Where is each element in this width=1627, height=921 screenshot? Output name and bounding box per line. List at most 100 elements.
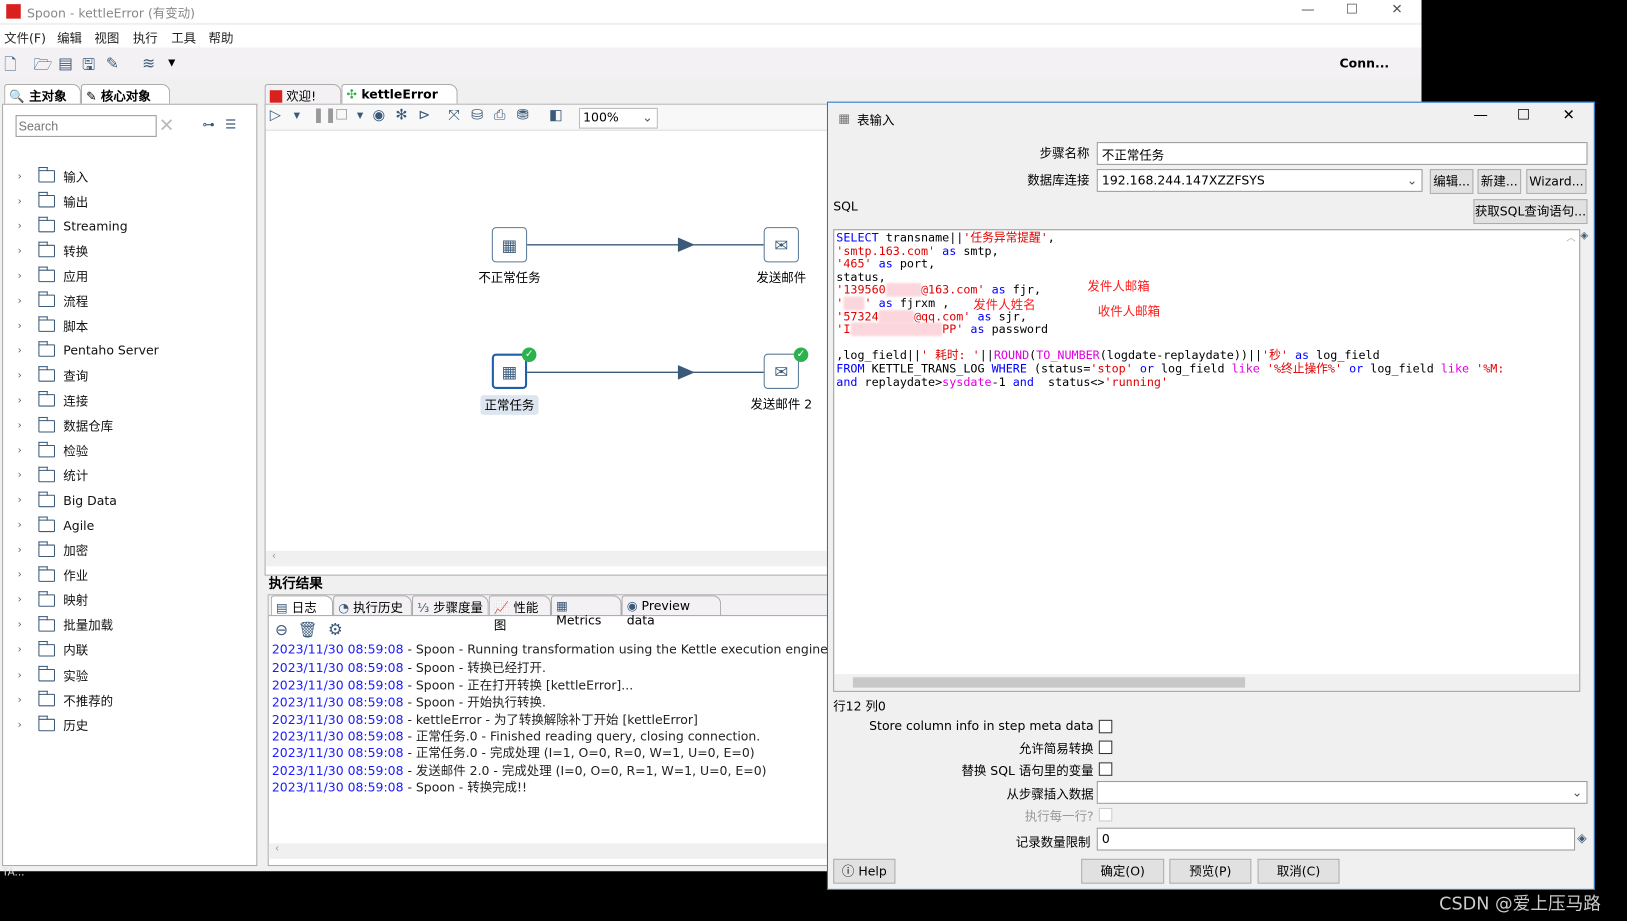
expand-tree-icon[interactable]: ☰ (225, 117, 236, 132)
menu-help[interactable]: 帮助 (209, 29, 234, 47)
clear-search-icon[interactable]: ✕ (159, 115, 175, 137)
store-column-checkbox[interactable] (1098, 719, 1113, 734)
chevron-right-icon[interactable]: › (18, 545, 39, 556)
chevron-right-icon[interactable]: › (18, 445, 39, 456)
menu-view[interactable]: 视图 (94, 29, 119, 47)
tree-item[interactable]: › 加密 (18, 540, 89, 561)
edit-connection-button[interactable]: 编辑... (1429, 169, 1474, 194)
open-file-icon[interactable]: 🗁 (33, 54, 52, 80)
menu-file[interactable]: 文件(F) (4, 29, 46, 47)
tree-item[interactable]: › 历史 (18, 715, 89, 736)
chevron-right-icon[interactable]: › (18, 270, 39, 281)
chevron-right-icon[interactable]: › (18, 670, 39, 681)
chevron-right-icon[interactable]: › (18, 295, 39, 306)
cancel-button[interactable]: 取消(C) (1257, 858, 1340, 884)
chevron-right-icon[interactable]: › (18, 719, 39, 730)
preview-button[interactable]: 预览(P) (1169, 858, 1252, 884)
tree-item[interactable]: › 输入 (18, 166, 89, 187)
chevron-right-icon[interactable]: › (18, 495, 39, 506)
menu-run[interactable]: 执行 (133, 29, 158, 47)
save-as-icon[interactable]: ✎ (106, 54, 119, 73)
lazy-conversion-checkbox[interactable] (1098, 740, 1113, 755)
results-tab[interactable]: ◔ 执行历史 (333, 595, 412, 616)
maximize-button[interactable]: ☐ (1346, 2, 1358, 18)
results-tab[interactable]: ▤ 日志 (270, 595, 334, 616)
chevron-right-icon[interactable]: › (18, 520, 39, 531)
tree-item[interactable]: › 输出 (18, 191, 89, 212)
chevron-right-icon[interactable]: › (18, 470, 39, 481)
menu-edit[interactable]: 编辑 (57, 29, 82, 47)
chevron-right-icon[interactable]: › (18, 595, 39, 606)
collapse-tree-icon[interactable]: ⊶ (202, 117, 214, 132)
db-connection-select[interactable]: 192.168.244.147XZZFSYS ⌄ (1096, 169, 1423, 192)
scrollbar-thumb[interactable] (852, 677, 1246, 688)
tree-item[interactable]: › 查询 (18, 365, 89, 386)
tree-item[interactable]: › Streaming (18, 216, 128, 237)
tree-item[interactable]: › 作业 (18, 565, 89, 586)
search-input[interactable] (15, 115, 157, 137)
explore-repo-icon[interactable]: ▤ (58, 54, 73, 73)
tree-item[interactable]: › 数据仓库 (18, 415, 113, 436)
execute-each-row-checkbox[interactable] (1098, 807, 1113, 822)
dialog-maximize-button[interactable]: ☐ (1517, 107, 1530, 124)
results-tab[interactable]: ▦ Metrics (550, 595, 622, 628)
chevron-right-icon[interactable]: › (18, 694, 39, 705)
tree-item[interactable]: › 统计 (18, 465, 89, 486)
layers-icon[interactable]: ≋ (142, 54, 155, 73)
results-tab[interactable]: ⅓ 步骤度量 (411, 595, 489, 616)
canvas-h-scrollbar[interactable]: ‹ (265, 550, 827, 567)
tab-core-objects[interactable]: ✎ 核心对象 (80, 84, 171, 104)
log-h-scrollbar[interactable]: ‹ (268, 843, 827, 859)
tree-item[interactable]: › 脚本 (18, 316, 89, 337)
chevron-right-icon[interactable]: › (18, 345, 39, 356)
limit-input[interactable]: 0 (1096, 827, 1576, 851)
sql-code[interactable]: SELECT transname||'任务异常提醒','smtp.163.com… (836, 232, 1504, 389)
tree-item[interactable]: › 应用 (18, 266, 89, 287)
chevron-right-icon[interactable]: › (18, 420, 39, 431)
step-node-send-mail[interactable]: ✉ (763, 227, 799, 263)
sql-h-scrollbar[interactable] (834, 674, 1580, 691)
tab-welcome[interactable]: 欢迎! (264, 84, 342, 104)
results-tab[interactable]: ◉ Preview data (621, 595, 722, 628)
results-tab[interactable]: 📈 性能图 (488, 595, 551, 633)
chevron-right-icon[interactable]: › (18, 395, 39, 406)
trash-icon[interactable]: 🗑 (298, 620, 318, 639)
tree-item[interactable]: › 转换 (18, 241, 89, 262)
chevron-right-icon[interactable]: › (18, 171, 39, 182)
chevron-right-icon[interactable]: › (18, 221, 39, 232)
connect-button[interactable]: Conn... (1340, 56, 1390, 71)
step-name-input[interactable]: 不正常任务 (1096, 142, 1588, 165)
tab-main-tree[interactable]: 🔍 主对象树 (4, 84, 81, 121)
new-file-icon[interactable]: 🗋 (4, 54, 17, 80)
chevron-right-icon[interactable]: › (18, 370, 39, 381)
tree-item[interactable]: › 连接 (18, 390, 89, 411)
step-node-normal-task[interactable]: ▦ (491, 353, 528, 389)
minimize-button[interactable]: — (1301, 2, 1314, 18)
tree-item[interactable]: › 实验 (18, 665, 89, 686)
chevron-right-icon[interactable]: › (18, 245, 39, 256)
wizard-button[interactable]: Wizard... (1526, 169, 1587, 194)
chevron-right-icon[interactable]: › (18, 196, 39, 207)
tree-item[interactable]: › 不推荐的 (18, 690, 113, 711)
tree-item[interactable]: › 批量加载 (18, 615, 113, 636)
chevron-right-icon[interactable]: › (18, 645, 39, 656)
tree-item[interactable]: › 映射 (18, 590, 89, 611)
step-node-send-mail-2[interactable]: ✉ (763, 353, 799, 389)
settings-gear-icon[interactable]: ⚙ (328, 619, 343, 639)
chevron-right-icon[interactable]: › (18, 570, 39, 581)
tree-item[interactable]: › Agile (18, 515, 95, 536)
menu-tools[interactable]: 工具 (171, 29, 196, 47)
tree-item[interactable]: › 流程 (18, 291, 89, 312)
ok-button[interactable]: 确定(O) (1081, 858, 1165, 884)
sql-editor[interactable]: SELECT transname||'任务异常提醒','smtp.163.com… (833, 229, 1581, 692)
dialog-close-button[interactable]: ✕ (1563, 107, 1575, 124)
save-icon[interactable]: 🖫 (82, 54, 95, 80)
close-button[interactable]: ✕ (1391, 2, 1402, 18)
replace-variables-checkbox[interactable] (1098, 762, 1113, 776)
insert-from-step-select[interactable]: ⌄ (1096, 781, 1588, 804)
step-node-abnormal-task[interactable]: ▦ (491, 227, 528, 263)
clear-log-icon[interactable]: ⊖ (275, 620, 288, 639)
get-sql-button[interactable]: 获取SQL查询语句... (1473, 199, 1588, 225)
tab-kettleerror[interactable]: ✣ kettleError ☒ (341, 84, 458, 116)
tree-item[interactable]: › 内联 (18, 640, 89, 661)
